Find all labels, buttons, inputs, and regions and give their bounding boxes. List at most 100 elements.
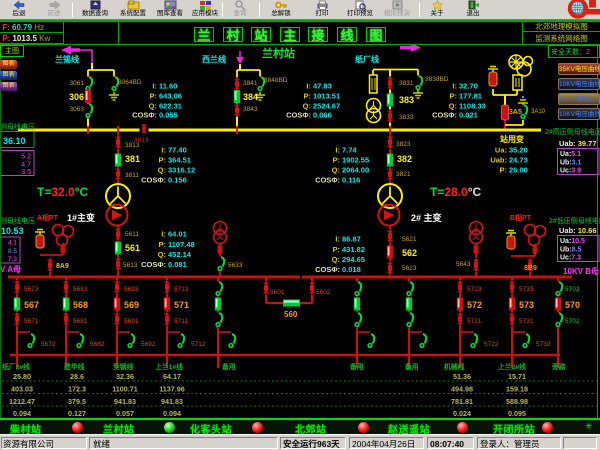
svg-text:5693: 5693 [124,286,139,293]
svg-text:3316.12: 3316.12 [168,166,195,175]
svg-text:35.20: 35.20 [509,146,528,155]
svg-text:Q:: Q: [158,250,166,259]
svg-text:25.80: 25.80 [13,372,31,381]
svg-text:5613: 5613 [123,262,138,269]
svg-text:5633: 5633 [228,262,243,269]
svg-text:P:: P: [304,92,312,101]
svg-text:上兰2#线: 上兰2#线 [498,362,526,371]
svg-text:兰村站: 兰村站 [262,46,295,60]
svg-text:侧母线电压: 侧母线电压 [0,122,35,131]
svg-text:5683: 5683 [73,286,88,293]
svg-text:588.98: 588.98 [506,397,528,406]
svg-text:2524.67: 2524.67 [313,102,340,111]
svg-text:11.60: 11.60 [159,82,177,91]
svg-text:COSΦ:: COSΦ: [286,111,311,120]
svg-text:7.74: 7.74 [342,146,357,155]
svg-text:1108.33: 1108.33 [459,102,486,111]
svg-text:1107.48: 1107.48 [168,240,195,249]
svg-text:3A10: 3A10 [531,109,546,115]
svg-text:561: 561 [125,243,140,253]
svg-text:型钢线: 型钢线 [113,362,134,371]
svg-text:5681: 5681 [73,318,88,325]
svg-text:36.10: 36.10 [3,136,26,146]
svg-text:3811: 3811 [125,172,139,179]
svg-text:P:: P: [333,156,341,165]
svg-text:0.066: 0.066 [313,111,332,120]
svg-text:570: 570 [565,300,580,310]
svg-text:77.40: 77.40 [168,146,187,155]
svg-text:172.3: 172.3 [68,385,86,394]
svg-text:5692: 5692 [141,341,156,348]
svg-text:5602: 5602 [316,289,331,296]
svg-text:纸厂2#线: 纸厂2#线 [2,362,30,371]
svg-text:上兰1#线: 上兰1#线 [155,362,183,371]
svg-text:A相PT: A相PT [37,213,59,222]
svg-text:5691: 5691 [124,318,139,325]
svg-text:Ub:8.5: Ub:8.5 [560,247,582,254]
svg-text:5673: 5673 [24,286,39,293]
svg-text:572: 572 [467,300,482,310]
svg-text:5722: 5722 [484,341,499,348]
svg-text:64.17: 64.17 [163,372,181,381]
svg-text:384: 384 [243,92,258,102]
svg-text:COSΦ:: COSΦ: [315,176,340,185]
svg-text:V A母: V A母 [0,265,21,274]
svg-text:560: 560 [284,310,298,319]
svg-text:5703: 5703 [565,286,580,293]
svg-text:3823: 3823 [396,141,411,148]
svg-text:P:: P: [450,92,458,101]
svg-text:571: 571 [174,300,189,310]
svg-text:431.82: 431.82 [342,245,365,254]
svg-text:5.2: 5.2 [21,154,31,161]
svg-text:941.83: 941.83 [161,397,183,406]
svg-text:I:: I: [161,146,166,155]
svg-text:5623: 5623 [402,265,417,272]
svg-text:Uab: 39.77: Uab: 39.77 [559,139,597,148]
svg-text:1100.71: 1100.71 [112,385,138,394]
svg-text:1212.47: 1212.47 [9,397,35,406]
svg-text:5643: 5643 [456,261,471,268]
svg-text:Ua:5.1: Ua:5.1 [560,151,581,158]
svg-text:P:: P: [159,240,167,249]
svg-text:24.73: 24.73 [509,156,528,165]
svg-text:567: 567 [24,300,39,310]
svg-text:Q:: Q: [158,166,166,175]
svg-text:0.081: 0.081 [168,260,187,269]
svg-text:562: 562 [402,248,417,258]
svg-text:侧母线电压: 侧母线电压 [0,216,35,225]
svg-text:64.01: 64.01 [168,230,187,239]
svg-text:2#低压侧母线电压: 2#低压侧母线电压 [549,216,600,225]
svg-text:3064BD: 3064BD [118,79,142,86]
svg-text:28.6: 28.6 [70,372,84,381]
svg-text:5702: 5702 [565,318,580,325]
svg-text:0.094: 0.094 [163,409,181,418]
svg-text:781.81: 781.81 [451,397,473,406]
svg-text:I:: I: [335,235,340,244]
svg-text:5712: 5712 [191,341,206,348]
svg-text:5733: 5733 [519,286,534,293]
svg-text:Uab:: Uab: [490,156,507,165]
svg-text:159.18: 159.18 [506,385,528,394]
svg-text:5721: 5721 [467,318,482,325]
svg-text:573: 573 [519,300,534,310]
svg-text:622.31: 622.31 [159,102,182,111]
svg-text:3843: 3843 [243,106,258,113]
svg-text:备用: 备用 [221,362,236,371]
svg-text:0.021: 0.021 [459,111,478,120]
svg-text:Ua:: Ua: [495,146,507,155]
svg-text:3061: 3061 [70,80,85,87]
svg-text:8A9: 8A9 [56,263,69,270]
svg-text:COSΦ:: COSΦ: [432,111,457,120]
svg-text:494.98: 494.98 [451,385,473,394]
svg-text:P:: P: [159,156,167,165]
svg-text:COSΦ:: COSΦ: [132,111,157,120]
svg-text:379.5: 379.5 [68,397,86,406]
svg-text:3063: 3063 [70,106,85,113]
svg-text:5621: 5621 [402,236,417,243]
svg-text:旁路: 旁路 [551,362,566,371]
svg-text:569: 569 [124,300,139,310]
svg-text:10.53: 10.53 [1,226,24,236]
svg-text:0.116: 0.116 [342,176,360,185]
svg-text:294.65: 294.65 [342,255,365,264]
svg-text:452.14: 452.14 [168,250,192,259]
